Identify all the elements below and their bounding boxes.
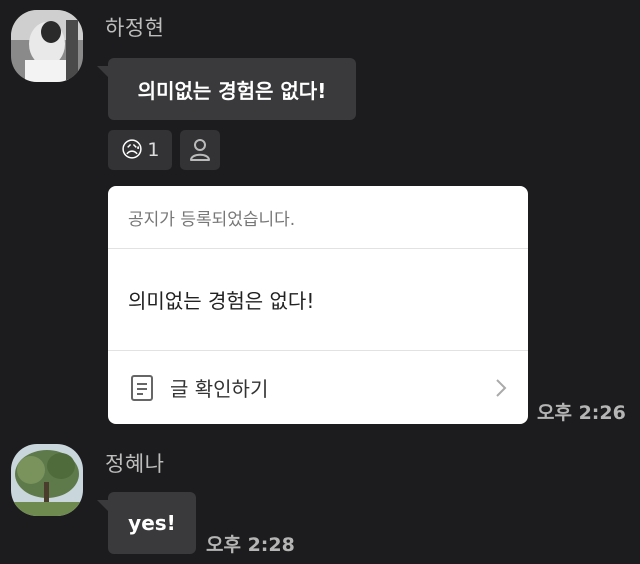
avatar-junghyena[interactable]	[11, 444, 83, 516]
avatar-photo-icon	[11, 10, 83, 82]
reaction-count: 1	[147, 139, 160, 161]
add-reaction-button[interactable]	[180, 130, 220, 170]
avatar-hajunghyun[interactable]	[11, 10, 83, 82]
message-time: 오후 2:28	[206, 534, 295, 556]
document-icon	[131, 374, 153, 401]
sender-name: 정혜나	[105, 452, 165, 476]
person-icon	[190, 139, 210, 161]
avatar-photo-icon	[11, 444, 83, 516]
chat-view: 하정현 의미없는 경험은 없다! 😥 1 공지가 등록되었습니다. 의미없는 경…	[0, 0, 640, 564]
message-bubble[interactable]: yes!	[97, 492, 196, 554]
message-bubble[interactable]: 의미없는 경험은 없다!	[97, 58, 356, 120]
sad-face-icon: 😥	[120, 137, 144, 163]
chevron-right-icon	[496, 378, 507, 397]
message-text: 의미없는 경험은 없다!	[137, 78, 327, 103]
notice-view-post-button[interactable]: 글 확인하기	[108, 351, 528, 424]
message-time: 오후 2:26	[537, 402, 626, 424]
reaction-badge[interactable]: 😥 1	[108, 130, 172, 170]
sender-name: 하정현	[105, 16, 165, 40]
message-text: yes!	[128, 511, 176, 535]
notice-header: 공지가 등록되었습니다.	[108, 186, 528, 249]
notice-body: 의미없는 경험은 없다!	[108, 249, 528, 351]
notice-card[interactable]: 공지가 등록되었습니다. 의미없는 경험은 없다! 글 확인하기	[108, 186, 528, 424]
notice-action-label: 글 확인하기	[170, 377, 269, 401]
